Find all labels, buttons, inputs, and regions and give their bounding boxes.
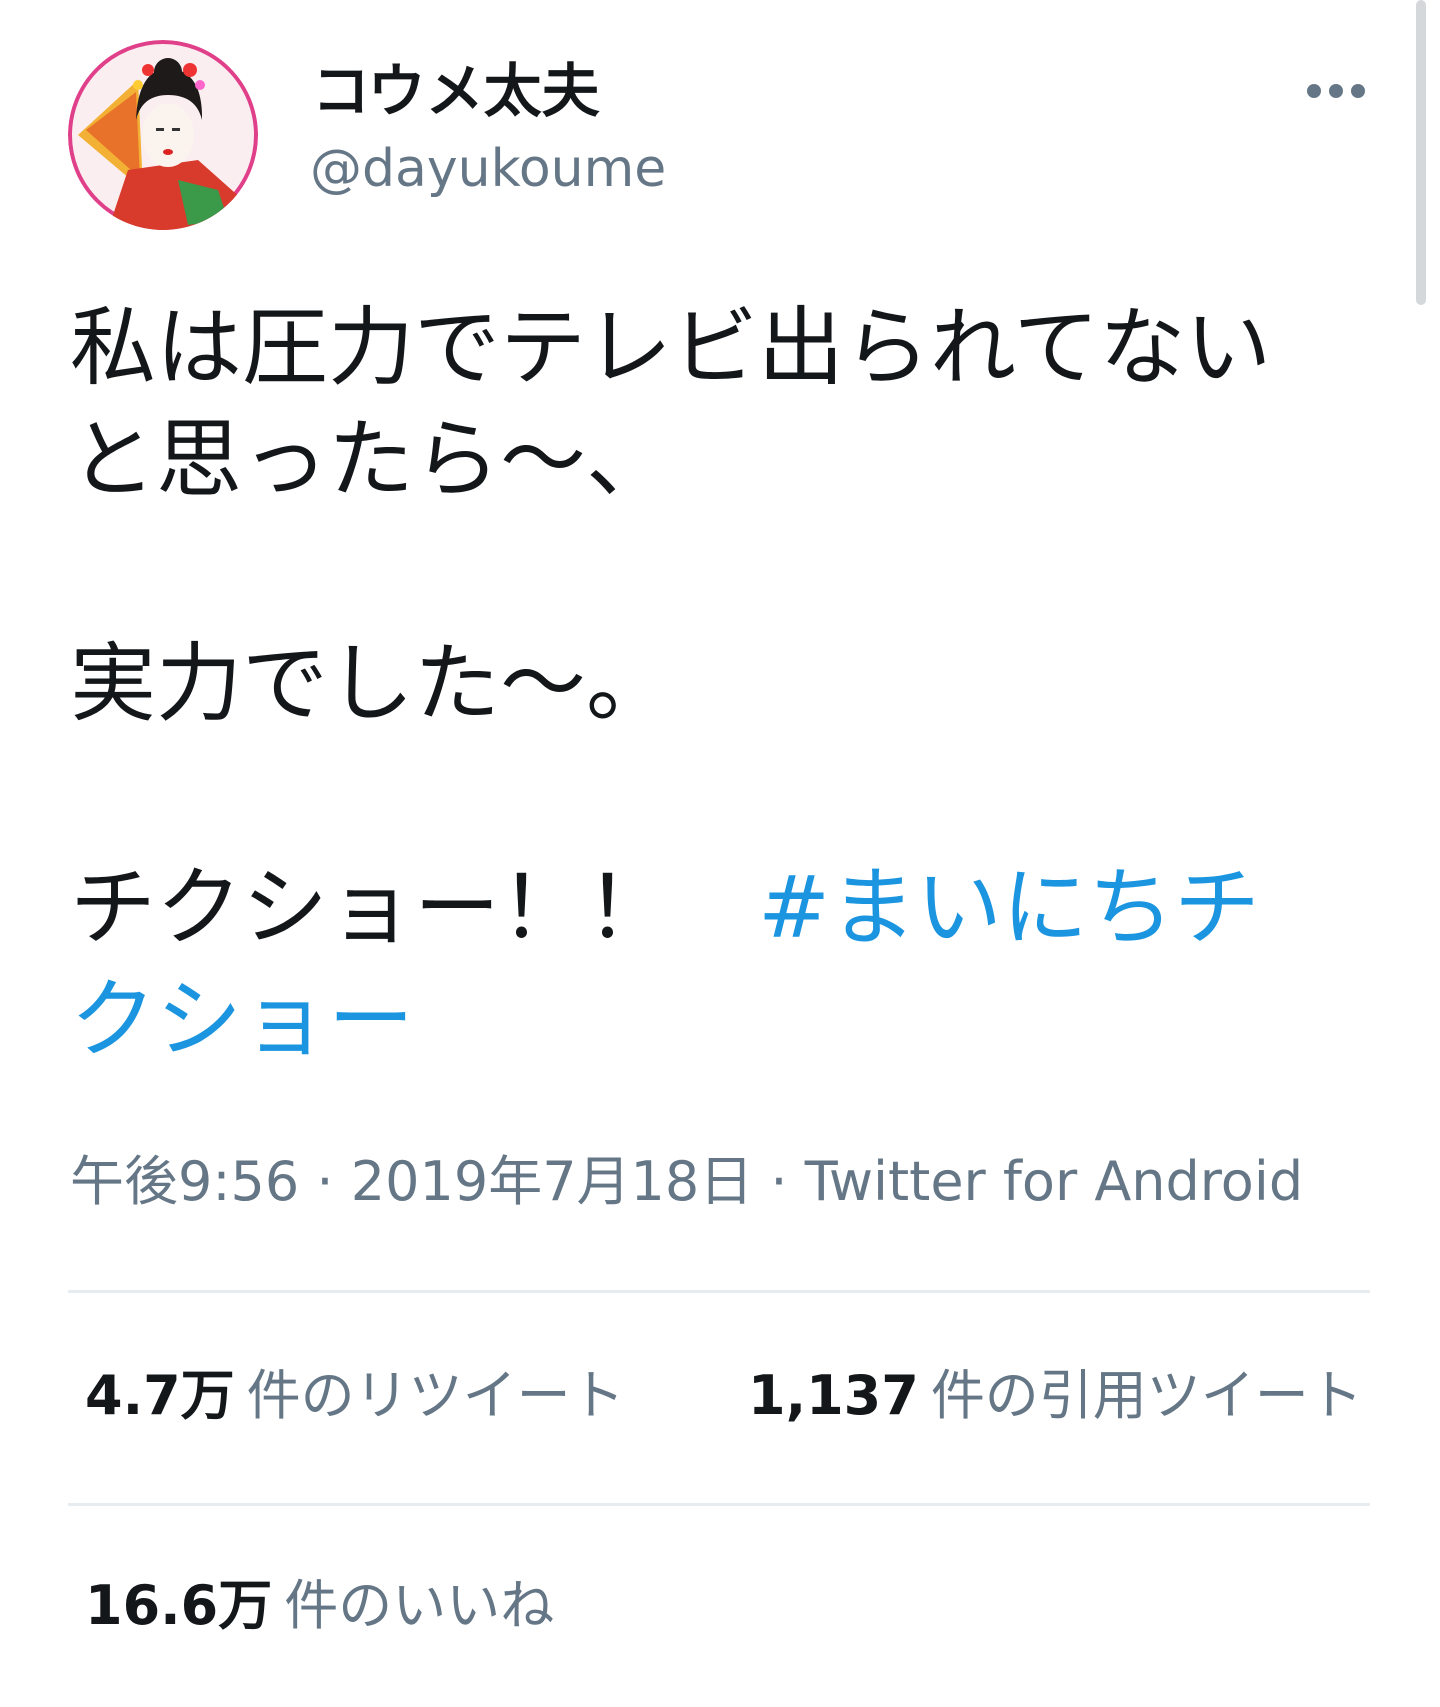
tweet-text-line: 私は圧力でテレビ出られてない: [70, 298, 1272, 398]
divider: [68, 1290, 1370, 1293]
scrollbar[interactable]: [1416, 0, 1426, 305]
tweet-source[interactable]: Twitter for Android: [805, 1150, 1303, 1213]
tweet-date[interactable]: 2019年7月18日: [351, 1150, 754, 1213]
tweet-meta: 午後9:56 · 2019年7月18日 · Twitter for Androi…: [70, 1148, 1303, 1216]
avatar-image: [68, 40, 258, 230]
meta-separator: ·: [753, 1150, 805, 1213]
hashtag-link-continued[interactable]: クショー: [70, 964, 1390, 1076]
retweets-label: 件のリツイート: [246, 1364, 625, 1427]
tweet-text-line: 実力でした〜。: [70, 634, 672, 734]
quotes-stat[interactable]: 1,137 件の引用ツイート: [748, 1362, 1363, 1430]
tweet-detail: コウメ太夫 @dayukoume 私は圧力でテレビ出られてない と思ったら〜、 …: [0, 0, 1440, 1707]
hashtag-link[interactable]: #まいにちチ: [758, 858, 1260, 958]
display-name[interactable]: コウメ太夫: [312, 56, 600, 126]
divider: [68, 1503, 1370, 1506]
tweet-text: 私は圧力でテレビ出られてない と思ったら〜、 実力でした〜。 チクショー！！ #…: [70, 292, 1390, 1076]
tweet-text-line: と思ったら〜、: [70, 410, 672, 510]
user-handle[interactable]: @dayukoume: [310, 136, 666, 202]
quotes-count: 1,137: [748, 1364, 919, 1427]
quotes-label: 件の引用ツイート: [930, 1364, 1363, 1427]
tweet-text-line-with-hashtag: チクショー！！ #まいにちチ: [70, 852, 1390, 964]
retweets-stat[interactable]: 4.7万 件のリツイート: [85, 1362, 625, 1430]
tweet-time[interactable]: 午後9:56: [70, 1150, 299, 1213]
likes-label: 件のいいね: [284, 1574, 555, 1637]
tweet-text-line: チクショー！！: [70, 858, 758, 958]
more-horizontal-icon[interactable]: [1306, 80, 1366, 102]
likes-count: 16.6万: [85, 1574, 273, 1637]
meta-separator: ·: [299, 1150, 351, 1213]
likes-stat[interactable]: 16.6万 件のいいね: [85, 1572, 554, 1640]
retweets-count: 4.7万: [85, 1364, 235, 1427]
avatar[interactable]: [68, 40, 258, 230]
